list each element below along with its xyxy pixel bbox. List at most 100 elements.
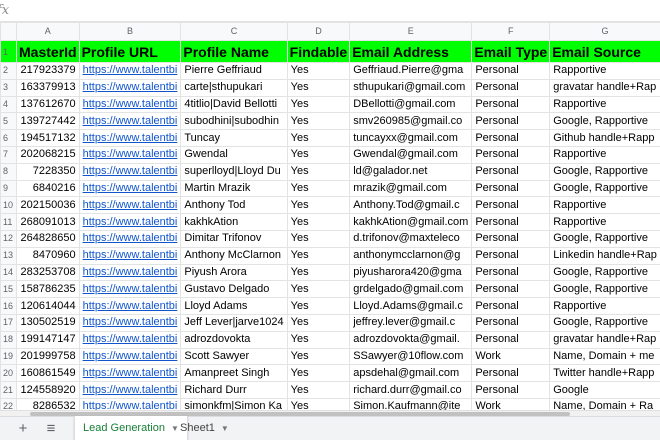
email-source-cell[interactable]: Google, Rapportive bbox=[549, 162, 660, 181]
email-source-cell[interactable]: Rapportive bbox=[549, 213, 660, 231]
email-address-cell[interactable]: adrozdovokta@gmail. bbox=[349, 330, 473, 349]
profile-url-cell[interactable]: https://www.talentbi bbox=[78, 196, 182, 215]
profile-url-cell[interactable]: https://www.talentbi bbox=[78, 145, 182, 164]
master-id-cell[interactable]: 201999758 bbox=[16, 347, 80, 366]
email-source-cell[interactable]: Name, Domain + Ra bbox=[549, 397, 660, 410]
row-number[interactable]: 8 bbox=[0, 162, 18, 181]
profile-name-cell[interactable]: kakhkAtion bbox=[180, 213, 288, 231]
email-source-cell[interactable]: Google bbox=[549, 381, 660, 399]
column-header-d[interactable]: D bbox=[286, 22, 351, 41]
findable-cell[interactable]: Yes bbox=[286, 330, 351, 349]
email-source-cell[interactable]: Google, Rapportive bbox=[549, 313, 660, 332]
profile-name-cell[interactable]: Richard Durr bbox=[180, 381, 288, 399]
row-number[interactable]: 15 bbox=[0, 280, 18, 299]
profile-name-cell[interactable]: Tuncay bbox=[180, 129, 288, 147]
profile-name-cell[interactable]: Pierre Geffriaud bbox=[180, 62, 288, 80]
profile-url-cell[interactable]: https://www.talentbi bbox=[78, 263, 182, 282]
master-id-cell[interactable]: 8286532 bbox=[16, 397, 80, 410]
findable-cell[interactable]: Yes bbox=[286, 381, 351, 399]
column-header-c[interactable]: C bbox=[180, 22, 288, 41]
email-type-cell[interactable]: Personal bbox=[471, 196, 551, 215]
profile-name-cell[interactable]: Gustavo Delgado bbox=[180, 280, 288, 299]
master-id-cell[interactable]: 6840216 bbox=[16, 179, 80, 198]
email-address-cell[interactable]: Lloyd.Adams@gmail.c bbox=[349, 297, 473, 315]
row-number[interactable]: 21 bbox=[0, 381, 18, 399]
profile-name-cell[interactable]: simonkfm|Simon Ka bbox=[180, 397, 288, 410]
master-id-cell[interactable]: 194517132 bbox=[16, 129, 80, 147]
column-header-e[interactable]: E bbox=[349, 22, 473, 41]
header-cell-master-id[interactable]: MasterId bbox=[16, 40, 80, 63]
email-source-cell[interactable]: Github handle+Rapp bbox=[549, 129, 660, 147]
email-type-cell[interactable]: Personal bbox=[471, 112, 551, 131]
profile-url-cell[interactable]: https://www.talentbi bbox=[78, 129, 182, 147]
master-id-cell[interactable]: 199147147 bbox=[16, 330, 80, 349]
profile-name-cell[interactable]: carte|sthupukari bbox=[180, 78, 288, 97]
tab-lead-generation[interactable]: Lead Generation ▼ bbox=[74, 416, 188, 440]
findable-cell[interactable]: Yes bbox=[286, 297, 351, 315]
spreadsheet-grid[interactable]: ABCDEFGH 1 MasterIdProfile URLProfile Na… bbox=[0, 22, 660, 410]
master-id-cell[interactable]: 158786235 bbox=[16, 280, 80, 299]
email-source-cell[interactable]: gravatar handle+Rap bbox=[549, 330, 660, 349]
master-id-cell[interactable]: 217923379 bbox=[16, 62, 80, 80]
email-type-cell[interactable]: Personal bbox=[471, 381, 551, 399]
email-type-cell[interactable]: Work bbox=[471, 347, 551, 366]
findable-cell[interactable]: Yes bbox=[286, 213, 351, 231]
master-id-cell[interactable]: 139727442 bbox=[16, 112, 80, 131]
profile-url-cell[interactable]: https://www.talentbi bbox=[78, 95, 182, 114]
email-address-cell[interactable]: anthonymcclarnon@g bbox=[349, 246, 473, 265]
row-number[interactable]: 7 bbox=[0, 145, 18, 164]
master-id-cell[interactable]: 163379913 bbox=[16, 78, 80, 97]
row-number[interactable]: 18 bbox=[0, 330, 18, 349]
select-all-corner[interactable] bbox=[0, 22, 18, 41]
profile-name-cell[interactable]: subodhini|subodhin bbox=[180, 112, 288, 131]
row-number[interactable]: 12 bbox=[0, 229, 18, 248]
email-type-cell[interactable]: Personal bbox=[471, 330, 551, 349]
tab-dropdown-icon[interactable]: ▼ bbox=[221, 424, 229, 433]
findable-cell[interactable]: Yes bbox=[286, 263, 351, 282]
email-address-cell[interactable]: kakhkAtion@gmail.com bbox=[349, 213, 473, 231]
findable-cell[interactable]: Yes bbox=[286, 364, 351, 383]
profile-url-cell[interactable]: https://www.talentbi bbox=[78, 381, 182, 399]
row-number[interactable]: 10 bbox=[0, 196, 18, 215]
profile-url-cell[interactable]: https://www.talentbi bbox=[78, 397, 182, 410]
findable-cell[interactable]: Yes bbox=[286, 112, 351, 131]
findable-cell[interactable]: Yes bbox=[286, 95, 351, 114]
email-address-cell[interactable]: ld@galador.net bbox=[349, 162, 473, 181]
email-type-cell[interactable]: Personal bbox=[471, 179, 551, 198]
tab-sheet1[interactable]: Sheet1 ▼ bbox=[172, 416, 237, 440]
profile-url-cell[interactable]: https://www.talentbi bbox=[78, 330, 182, 349]
profile-name-cell[interactable]: adrozdovokta bbox=[180, 330, 288, 349]
email-address-cell[interactable]: Simon.Kaufmann@ite bbox=[349, 397, 473, 410]
email-address-cell[interactable]: smv260985@gmail.co bbox=[349, 112, 473, 131]
email-address-cell[interactable]: sthupukari@gmail.com bbox=[349, 78, 473, 97]
findable-cell[interactable]: Yes bbox=[286, 313, 351, 332]
formula-bar[interactable]: fx bbox=[0, 0, 660, 22]
email-type-cell[interactable]: Personal bbox=[471, 78, 551, 97]
email-source-cell[interactable]: Rapportive bbox=[549, 196, 660, 215]
profile-name-cell[interactable]: Martin Mrazik bbox=[180, 179, 288, 198]
row-number[interactable]: 5 bbox=[0, 112, 18, 131]
row-number[interactable]: 13 bbox=[0, 246, 18, 265]
findable-cell[interactable]: Yes bbox=[286, 397, 351, 410]
master-id-cell[interactable]: 202068215 bbox=[16, 145, 80, 164]
email-source-cell[interactable]: Rapportive bbox=[549, 95, 660, 114]
master-id-cell[interactable]: 124558920 bbox=[16, 381, 80, 399]
profile-name-cell[interactable]: Piyush Arora bbox=[180, 263, 288, 282]
profile-url-cell[interactable]: https://www.talentbi bbox=[78, 112, 182, 131]
profile-url-cell[interactable]: https://www.talentbi bbox=[78, 347, 182, 366]
email-source-cell[interactable]: gravatar handle+Rap bbox=[549, 78, 660, 97]
master-id-cell[interactable]: 137612670 bbox=[16, 95, 80, 114]
profile-url-cell[interactable]: https://www.talentbi bbox=[78, 213, 182, 231]
row-number[interactable]: 14 bbox=[0, 263, 18, 282]
column-header-b[interactable]: B bbox=[78, 22, 182, 41]
profile-url-cell[interactable]: https://www.talentbi bbox=[78, 313, 182, 332]
profile-url-cell[interactable]: https://www.talentbi bbox=[78, 246, 182, 265]
profile-url-cell[interactable]: https://www.talentbi bbox=[78, 62, 182, 80]
email-address-cell[interactable]: Geffriaud.Pierre@gma bbox=[349, 62, 473, 80]
email-source-cell[interactable]: Google, Rapportive bbox=[549, 112, 660, 131]
email-address-cell[interactable]: Gwendal@gmail.com bbox=[349, 145, 473, 164]
row-number[interactable]: 20 bbox=[0, 364, 18, 383]
findable-cell[interactable]: Yes bbox=[286, 162, 351, 181]
header-cell-findable[interactable]: Findable bbox=[286, 40, 351, 63]
master-id-cell[interactable]: 268091013 bbox=[16, 213, 80, 231]
